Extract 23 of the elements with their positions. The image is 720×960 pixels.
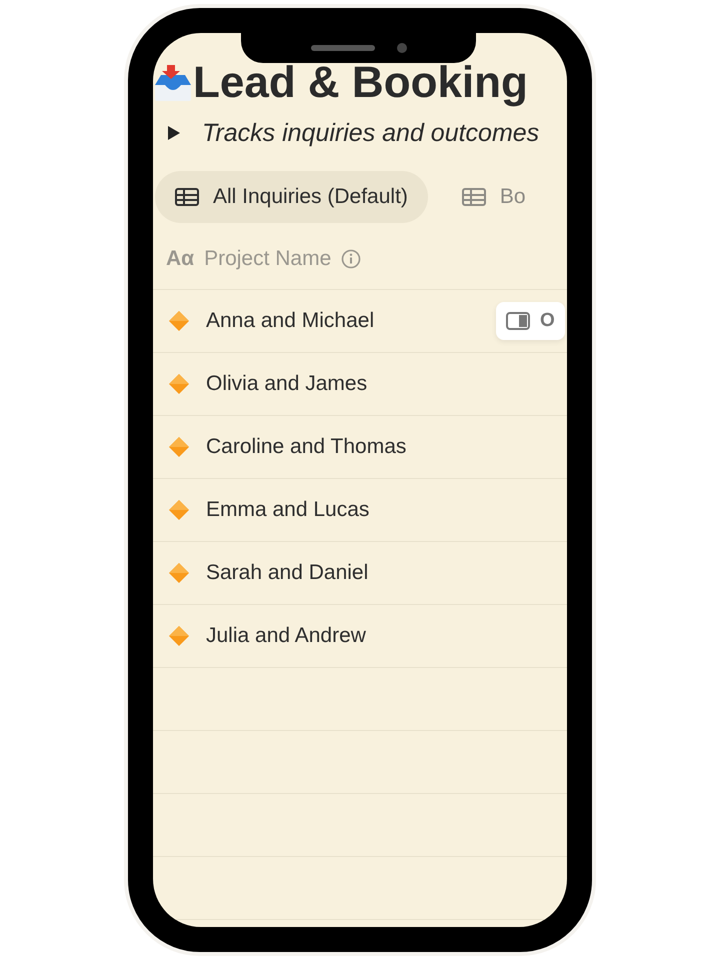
project-name[interactable]: Julia and Andrew [206,624,366,648]
diamond-icon [168,310,190,332]
info-icon [341,249,362,269]
toggle-triangle-icon[interactable] [168,126,180,140]
table-icon [462,188,486,206]
project-name[interactable]: Olivia and James [206,372,368,396]
page-description: Tracks inquiries and outcomes [202,118,540,148]
diamond-icon [168,625,190,647]
open-button[interactable]: O [496,302,565,340]
diamond-icon [168,499,190,521]
project-name[interactable]: Emma and Lucas [206,498,370,522]
project-name[interactable]: Caroline and Thomas [206,435,406,459]
project-name[interactable]: Anna and Michael [206,309,374,333]
project-name[interactable]: Sarah and Daniel [206,561,368,585]
diamond-icon [168,436,190,458]
diamond-icon [168,373,190,395]
view-tab[interactable]: All Inquiries (Default) [155,171,428,223]
diamond-icon [168,562,190,584]
text-type-icon: Aα [166,247,194,271]
table-icon [175,188,199,206]
page-title: Lead & Booking [193,58,528,108]
side-panel-icon [506,312,530,330]
inbox-tray-icon [153,63,193,103]
